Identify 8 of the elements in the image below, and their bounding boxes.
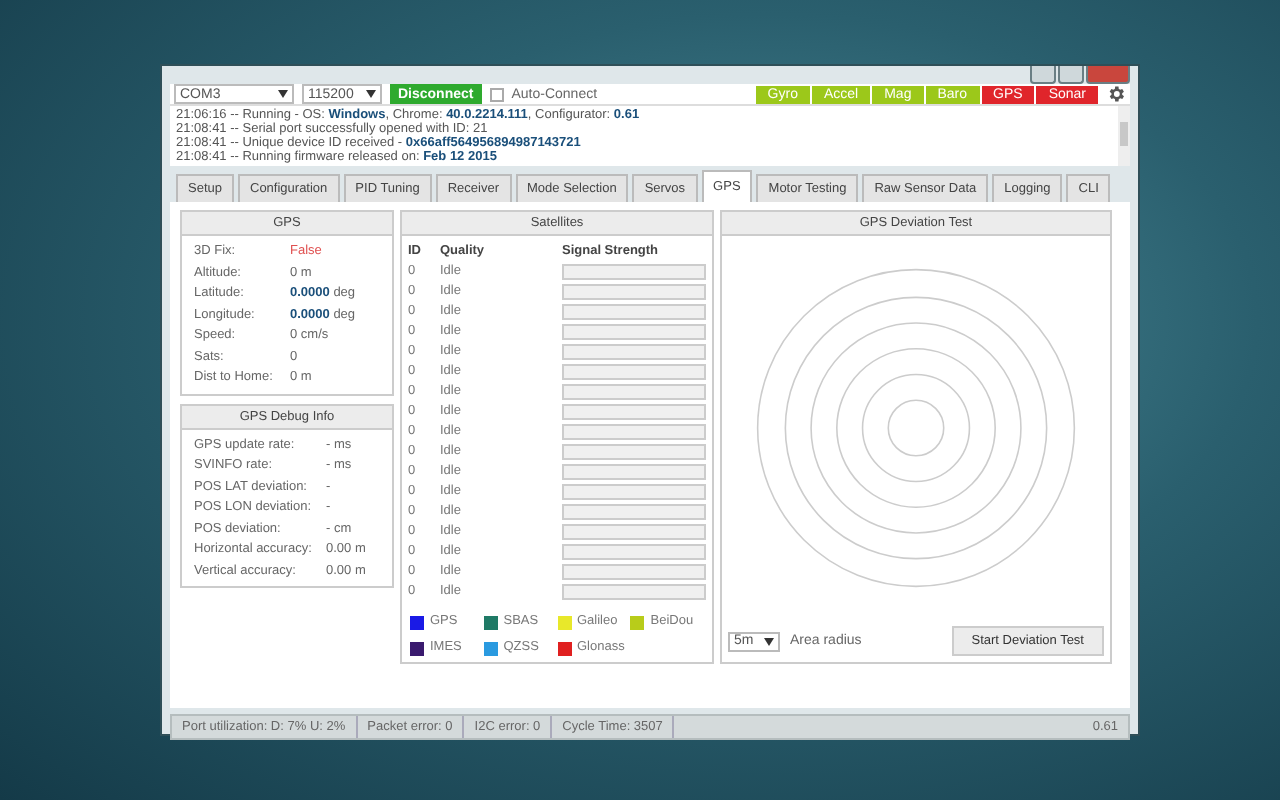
- auto-connect-checkbox[interactable]: [489, 87, 504, 101]
- caret-icon: [278, 90, 288, 98]
- maximize-button[interactable]: [1058, 66, 1084, 84]
- minimize-button[interactable]: [1030, 66, 1056, 84]
- caret-icon: [366, 90, 376, 98]
- caret-icon: [764, 637, 774, 645]
- settings-icon[interactable]: [1106, 84, 1126, 104]
- scrollbar[interactable]: [1118, 106, 1130, 166]
